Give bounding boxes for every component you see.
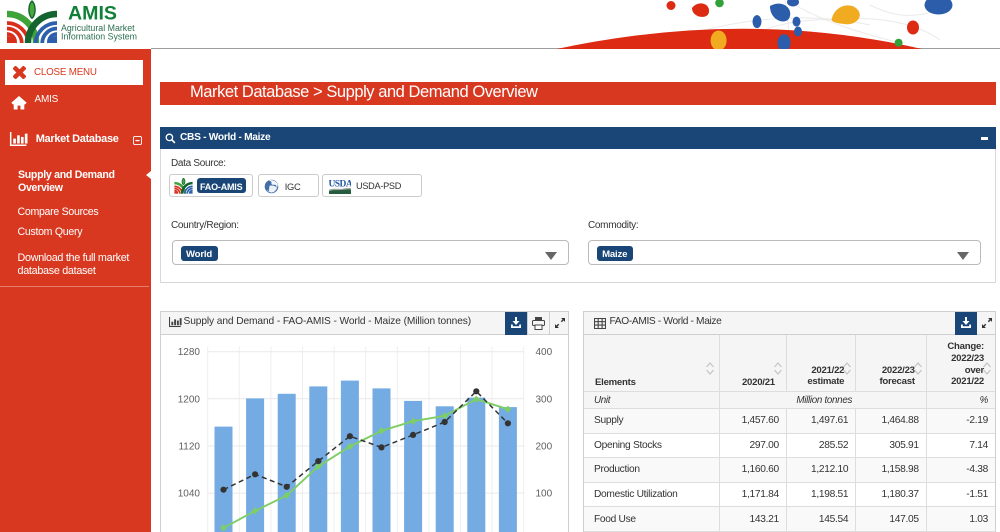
svg-text:USDA: USDA: [329, 179, 351, 189]
svg-text:1120: 1120: [178, 441, 200, 452]
svg-text:200: 200: [536, 441, 553, 452]
svg-text:1040: 1040: [178, 488, 201, 499]
svg-text:400: 400: [536, 347, 553, 358]
svg-text:1280: 1280: [178, 347, 201, 358]
svg-text:Information System: Information System: [61, 31, 137, 41]
svg-text:300: 300: [536, 394, 553, 405]
svg-text:AMIS: AMIS: [68, 3, 117, 25]
svg-text:1200: 1200: [178, 394, 201, 405]
svg-text:100: 100: [536, 488, 553, 499]
